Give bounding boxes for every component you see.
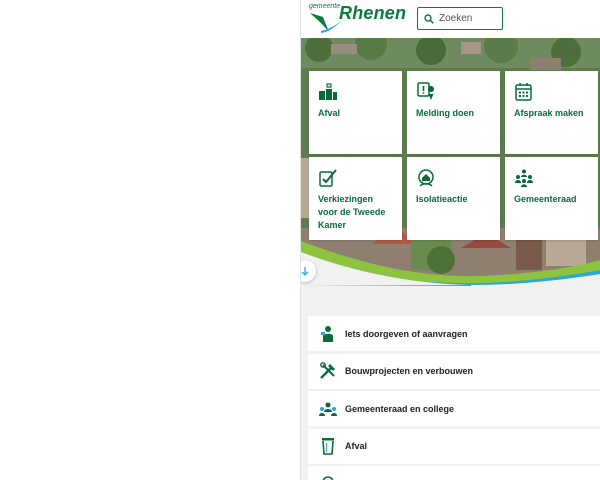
tile-verkiezingen[interactable]: Verkiezingen voor de Tweede Kamer	[309, 157, 402, 240]
topics-section: Iets doorgeven of aanvragen Bouwprojecte…	[301, 286, 600, 480]
logo-text-big: Rhenen	[339, 3, 407, 23]
logo-text-small: gemeente	[309, 3, 341, 10]
search-icon	[424, 13, 434, 24]
vote-icon	[319, 169, 337, 187]
list-item-bouwprojecten[interactable]: Bouwprojecten en verbouwen	[308, 353, 600, 389]
tile-gemeenteraad[interactable]: Gemeenteraad	[505, 157, 598, 240]
council-icon	[319, 400, 337, 418]
list-item-iets-doorgeven[interactable]: Iets doorgeven of aanvragen	[308, 316, 600, 351]
tile-melding-doen[interactable]: Melding doen	[407, 71, 500, 154]
list-item-partial[interactable]	[308, 466, 600, 480]
arrow-down-icon	[301, 267, 309, 276]
council-people-icon	[515, 169, 533, 187]
tile-label: Verkiezingen voor de Tweede Kamer	[318, 194, 386, 230]
site-header: gemeente Rhenen	[301, 0, 600, 38]
waste-bins-icon	[319, 83, 337, 100]
person-request-icon	[319, 325, 337, 343]
list-item-label: Afval	[345, 441, 368, 451]
report-location-icon	[417, 82, 435, 100]
tile-label: Afval	[318, 108, 341, 118]
bin-icon	[319, 437, 337, 455]
logo-mark-icon	[310, 13, 342, 33]
list-item-label: Bouwprojecten en verbouwen	[345, 366, 474, 376]
tile-afval[interactable]: Afval	[309, 71, 402, 154]
search-box[interactable]	[417, 7, 503, 30]
house-leaf-icon	[418, 169, 434, 187]
list-item-afval[interactable]: Afval	[308, 428, 600, 464]
mobile-viewport: gemeente Rhenen Zoeken Afval Melding doe…	[300, 0, 600, 480]
tools-icon	[319, 362, 337, 380]
search-input[interactable]	[439, 9, 499, 28]
list-item-label: Iets doorgeven of aanvragen	[345, 328, 468, 339]
rhenen-logo[interactable]: gemeente Rhenen	[307, 2, 406, 34]
quick-links-grid: Afval Melding doen Afspraak maken Verkie…	[309, 71, 600, 243]
hero-banner: Afval Melding doen Afspraak maken Verkie…	[301, 38, 600, 286]
tile-label: Melding doen	[416, 108, 474, 118]
list-item-label: Gemeenteraad en college	[345, 403, 455, 414]
list-item-gemeenteraad-college[interactable]: Gemeenteraad en college	[308, 391, 600, 426]
partial-icon	[319, 475, 337, 480]
topics-list: Iets doorgeven of aanvragen Bouwprojecte…	[308, 316, 600, 480]
tile-label: Gemeenteraad	[514, 194, 577, 204]
tile-label: Afspraak maken	[514, 108, 584, 118]
tile-label: Isolatieactie	[416, 194, 468, 204]
calendar-icon	[515, 83, 532, 101]
tile-isolatieactie[interactable]: Isolatieactie	[407, 157, 500, 240]
tile-afspraak-maken[interactable]: Afspraak maken	[505, 71, 598, 154]
